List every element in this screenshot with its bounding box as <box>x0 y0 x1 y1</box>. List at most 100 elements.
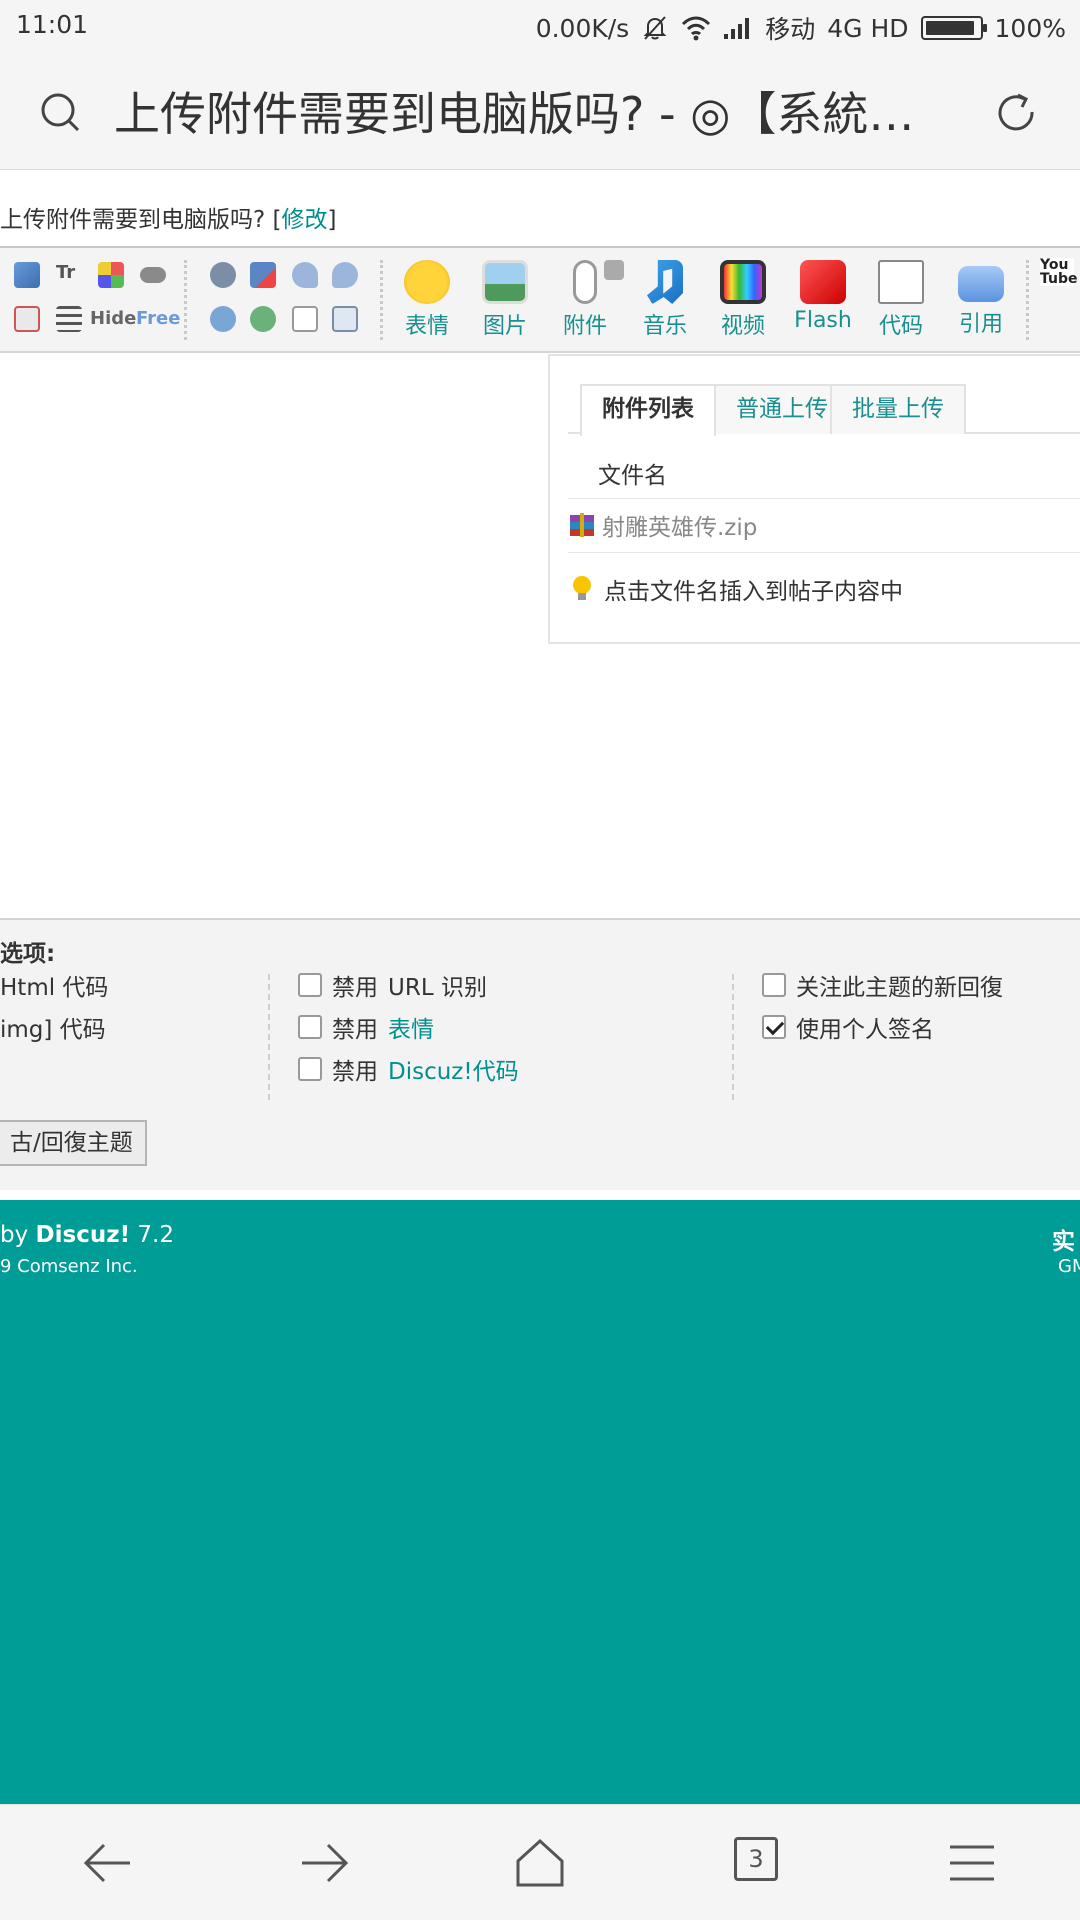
option-follow-replies[interactable]: 关注此主题的新回復 <box>762 968 1003 1002</box>
insert-tip: 点击文件名插入到帖子内容中 <box>570 572 903 606</box>
mute-bell-icon <box>643 16 667 40</box>
video-icon <box>720 260 766 304</box>
footer-right-link[interactable]: 实 <box>1052 1222 1075 1256</box>
attachment-popup: 附件列表 普通上传 批量上传 文件名 射雕英雄传.zip 点击文件名插入到帖子内… <box>548 354 1080 644</box>
carrier: 移动 <box>765 15 816 44</box>
option-disable-url[interactable]: 禁用 URL 识别 <box>298 968 487 1002</box>
paperclip-icon <box>573 260 597 304</box>
discuz-link[interactable]: Discuz! <box>36 1222 131 1248</box>
options-divider <box>268 974 270 1100</box>
youtube-button[interactable]: You Tube <box>1040 258 1078 286</box>
search-icon[interactable] <box>40 92 80 132</box>
font-color-icon[interactable] <box>14 262 40 288</box>
warning-badge-icon <box>604 260 624 280</box>
attachment-filename[interactable]: 射雕英雄传.zip <box>602 508 757 542</box>
breadcrumb-text: 上传附件需要到电脑版吗? [ <box>0 207 282 233</box>
insert-tip-text: 点击文件名插入到帖子内容中 <box>604 579 903 605</box>
checkbox[interactable] <box>298 973 322 997</box>
font-size-button[interactable]: Tr <box>56 262 75 283</box>
attachment-file-row[interactable]: 射雕英雄传.zip <box>568 508 757 542</box>
tabs-button[interactable]: 3 <box>734 1837 778 1881</box>
undo-icon[interactable] <box>292 262 318 288</box>
emoji-help-link[interactable]: 表情 <box>388 1010 434 1044</box>
battery-icon <box>920 16 987 40</box>
code-icon <box>878 260 924 304</box>
flash-icon <box>800 260 846 304</box>
redo-icon[interactable] <box>332 262 358 288</box>
options-divider <box>732 974 734 1100</box>
flash-button[interactable]: Flash <box>788 260 858 346</box>
network-type: 4G HD <box>827 13 909 43</box>
unlink-icon[interactable] <box>210 262 236 288</box>
editor: Tr Hide Free 表情 图片 附件 音乐 视频 Flash 代码 引用 … <box>0 246 1080 918</box>
copyright: 9 Comsenz Inc. <box>0 1256 138 1277</box>
footer-right-time: GM <box>1058 1256 1080 1277</box>
post-options: 选项: Html 代码 img] 代码 禁用 URL 识别 禁用 表情 禁用 D… <box>0 918 1080 1190</box>
code-button[interactable]: 代码 <box>866 260 936 346</box>
home-icon[interactable] <box>510 1833 570 1893</box>
checkbox[interactable] <box>298 1057 322 1081</box>
row-divider <box>568 498 1080 499</box>
site-footer: by Discuz! 7.2 9 Comsenz Inc. 实 GM <box>0 1200 1080 1804</box>
image-button[interactable]: 图片 <box>470 260 540 346</box>
option-disable-discuz-code[interactable]: 禁用 Discuz!代码 <box>298 1052 519 1086</box>
web-viewport: 上传附件需要到电脑版吗? [修改] Tr Hide Free 表情 图片 附件 … <box>0 170 1080 1804</box>
play-icon[interactable] <box>250 306 276 332</box>
page-icon[interactable] <box>292 306 318 332</box>
checkbox[interactable] <box>298 1015 322 1039</box>
wifi-icon <box>682 16 711 41</box>
quote-button[interactable]: 引用 <box>946 260 1016 346</box>
emoji-button[interactable]: 表情 <box>392 260 462 346</box>
option-disable-emoji[interactable]: 禁用 表情 <box>298 1010 434 1044</box>
battery-level: 100% <box>994 13 1066 43</box>
forward-arrow-icon[interactable] <box>294 1833 354 1893</box>
breadcrumb-close: ] <box>327 207 337 233</box>
attachment-tabs: 附件列表 普通上传 批量上传 <box>568 384 1080 436</box>
status-right: 0.00K/s 移动 4G HD 100% <box>536 10 1066 46</box>
tab-attachment-list[interactable]: 附件列表 <box>580 384 716 436</box>
breadcrumb: 上传附件需要到电脑版吗? [修改] <box>0 200 336 234</box>
quote-icon <box>958 266 1004 302</box>
signal-icon <box>724 18 750 39</box>
row-divider <box>568 552 1080 553</box>
toolbar-separator <box>380 260 383 340</box>
color-grid-icon[interactable] <box>98 262 124 288</box>
back-arrow-icon[interactable] <box>78 1833 138 1893</box>
archive-icon <box>570 513 594 537</box>
smiley-icon <box>404 260 450 304</box>
list-icon[interactable] <box>56 306 82 332</box>
menu-icon[interactable] <box>942 1833 1002 1893</box>
music-button[interactable]: 音乐 <box>630 260 700 346</box>
option-use-signature[interactable]: 使用个人签名 <box>762 1010 934 1044</box>
clear-format-icon[interactable] <box>250 262 276 288</box>
video-button[interactable]: 视频 <box>708 260 778 346</box>
sum-icon[interactable] <box>332 306 358 332</box>
checkbox-checked[interactable] <box>762 1015 786 1039</box>
options-label: 选项: <box>0 941 56 967</box>
link-icon[interactable] <box>140 267 166 283</box>
address-bar[interactable]: 上传附件需要到电脑版吗? - ◎【系統… <box>0 52 1080 170</box>
discuz-code-help-link[interactable]: Discuz!代码 <box>388 1052 519 1086</box>
checkbox[interactable] <box>762 973 786 997</box>
media-icon[interactable] <box>210 306 236 332</box>
filename-column-header: 文件名 <box>598 463 667 489</box>
status-time: 11:01 <box>16 10 89 39</box>
tab-batch-upload[interactable]: 批量上传 <box>830 384 966 434</box>
toolbar-separator <box>184 260 187 340</box>
option-img[interactable]: img] 代码 <box>0 1010 106 1044</box>
option-html[interactable]: Html 代码 <box>0 968 108 1002</box>
submit-reply-button[interactable]: 古/回復主题 <box>0 1120 147 1166</box>
hide-button[interactable]: Hide <box>90 308 136 329</box>
browser-bottom-nav: 3 <box>0 1804 1080 1920</box>
free-button[interactable]: Free <box>136 308 180 329</box>
image-icon <box>482 260 528 304</box>
edit-link[interactable]: 修改 <box>282 207 328 233</box>
lightbulb-icon <box>573 576 591 600</box>
toolbar-separator <box>1026 260 1029 340</box>
page-title[interactable]: 上传附件需要到电脑版吗? - ◎【系統… <box>114 78 934 144</box>
table-icon[interactable] <box>14 306 40 332</box>
music-icon <box>647 260 683 304</box>
powered-by: by Discuz! 7.2 <box>0 1222 174 1248</box>
net-speed: 0.00K/s <box>535 13 630 43</box>
reload-icon[interactable] <box>994 90 1040 136</box>
